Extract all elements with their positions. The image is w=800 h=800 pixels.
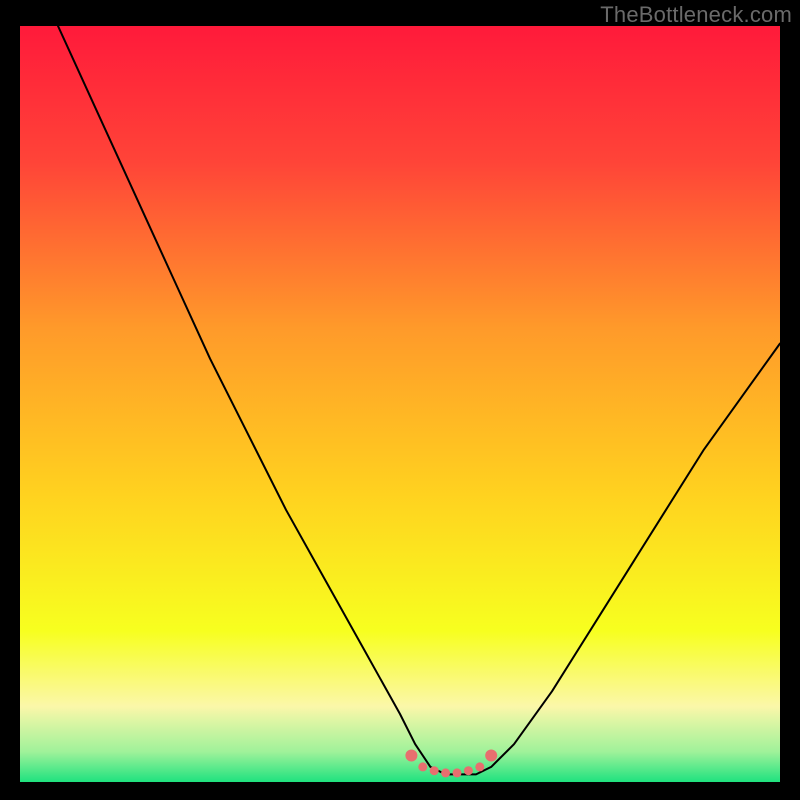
marker-dot: [430, 766, 439, 775]
marker-dot: [418, 762, 427, 771]
marker-dot: [485, 750, 497, 762]
marker-dot: [405, 750, 417, 762]
marker-dot: [453, 768, 462, 777]
watermark-label: TheBottleneck.com: [600, 2, 792, 28]
marker-dot: [441, 768, 450, 777]
chart-frame: TheBottleneck.com: [0, 0, 800, 800]
curve-layer: [20, 26, 780, 782]
highlight-markers: [405, 750, 497, 778]
marker-dot: [464, 766, 473, 775]
bottleneck-curve: [58, 26, 780, 774]
plot-area: [20, 26, 780, 782]
marker-dot: [475, 762, 484, 771]
